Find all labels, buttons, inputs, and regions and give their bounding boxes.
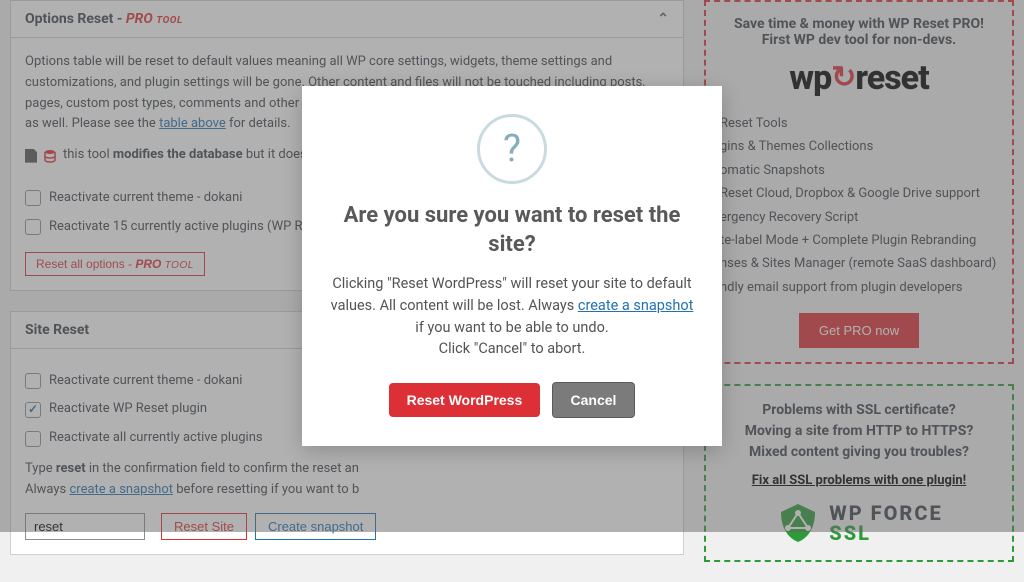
- modal-overlay: ? Are you sure you want to reset the sit…: [0, 0, 1024, 532]
- cancel-button[interactable]: Cancel: [552, 382, 636, 418]
- modal-snapshot-link[interactable]: create a snapshot: [578, 297, 693, 314]
- modal-body: Clicking "Reset WordPress" will reset yo…: [328, 273, 696, 360]
- confirm-reset-modal: ? Are you sure you want to reset the sit…: [302, 86, 722, 446]
- reset-wordpress-button[interactable]: Reset WordPress: [389, 383, 541, 417]
- question-icon: ?: [477, 114, 547, 184]
- modal-title: Are you sure you want to reset the site?: [328, 202, 696, 259]
